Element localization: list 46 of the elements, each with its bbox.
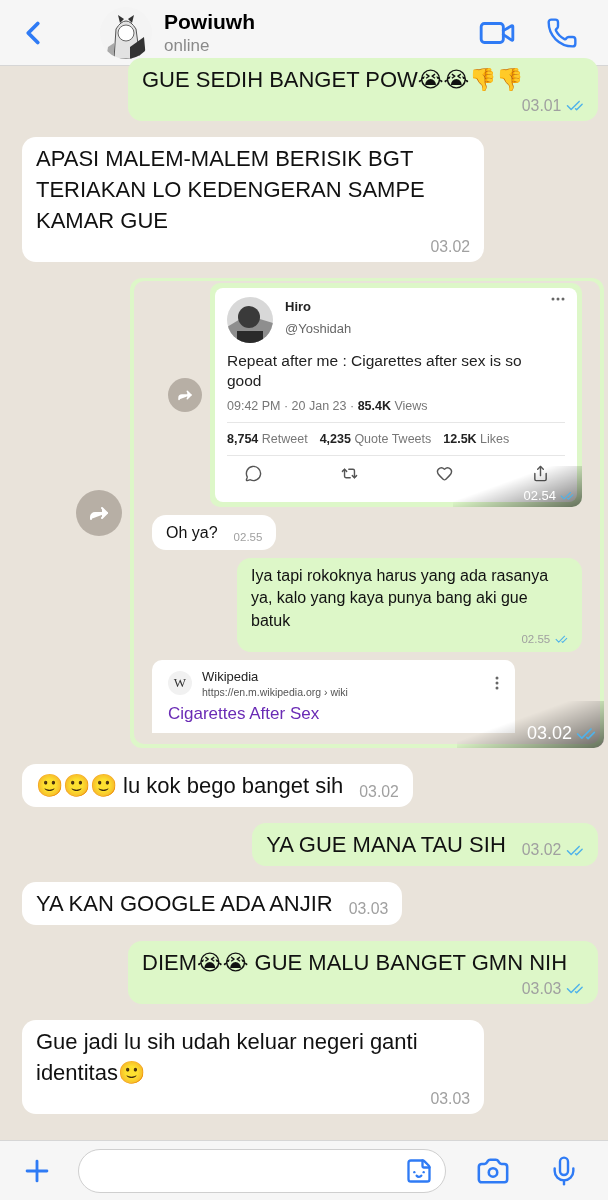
message-time: 03.03: [348, 899, 389, 920]
more-icon: [495, 676, 499, 691]
tweet-stat: 8,754 Retweet: [227, 432, 308, 447]
tweet-stat: 12.5K Likes: [443, 432, 510, 447]
message-time: 03.03: [430, 1088, 470, 1109]
message-text: Gue jadi lu sih udah keluar negeri ganti identitas🙂: [36, 1028, 419, 1087]
message-text: YA KAN GOOGLE ADA ANJIR: [36, 889, 333, 918]
site-name: Wikipedia: [202, 668, 260, 684]
contact-status: online: [164, 35, 211, 56]
phone-icon: [546, 16, 578, 49]
reply-icon: [245, 465, 262, 483]
link-preview-card[interactable]: W Wikipedia https://en.m.wikipedia.org › wiki Cigarettes After Sex: [152, 659, 515, 733]
message-time: 03.03: [521, 978, 562, 999]
message-time: 02.55: [233, 529, 263, 545]
message-time: 03.02: [430, 236, 470, 257]
message-time: 03.02: [526, 723, 572, 745]
message-text: 🙂🙂🙂 lu kok bego banget sih: [36, 772, 344, 801]
site-logo: W: [168, 671, 192, 696]
site-url: https://en.m.wikipedia.org › wiki: [202, 685, 349, 698]
contact-name: Powiuwh: [164, 9, 256, 34]
message-time: 02.55: [521, 631, 551, 647]
heart-icon: [436, 465, 454, 483]
message-text: YA GUE MANA TAU SIH: [266, 831, 506, 860]
tweet-handle: @Yoshidah: [285, 321, 353, 337]
more-icon: [551, 297, 565, 302]
message-text: Iya tapi rokoknya harus yang ada rasanya ya, kalo yang kaya punya bang aki gue batuk: [251, 565, 550, 631]
sticker-icon: [405, 1156, 433, 1185]
forward-button[interactable]: [76, 490, 122, 537]
image-message[interactable]: [130, 278, 604, 749]
message-time: 03.01: [521, 95, 562, 116]
message-time: 03.02: [359, 781, 399, 802]
link-title: Cigarettes After Sex: [168, 703, 321, 724]
tweet-stat: 4,235 Quote Tweets: [319, 432, 432, 447]
tweet-author-name: Hiro: [285, 299, 312, 315]
message-text: DIEM😭😭 GUE MALU BANGET GMN NIH: [142, 948, 568, 977]
message-input[interactable]: [78, 1148, 446, 1193]
message-text: Oh ya?: [166, 523, 218, 544]
message-text: GUE SEDIH BANGET POW😭😭👎👎: [142, 66, 524, 94]
message-time: 02.54: [523, 488, 556, 504]
message-time: 03.02: [521, 840, 562, 861]
share-icon: [531, 465, 549, 483]
message-text: APASI MALEM-MALEM BERISIK BGT TERIAKAN LO KEDENGERAN SAMPE KAMAR GUE: [36, 145, 426, 235]
tweet-meta: 09:42 PM · 20 Jan 23 · 85.4K Views: [227, 399, 429, 414]
voice-call-button[interactable]: [546, 16, 578, 49]
tweet-text: Repeat after me : Cigarettes after sex is so good: [227, 351, 523, 392]
sticker-button[interactable]: [405, 1156, 433, 1185]
